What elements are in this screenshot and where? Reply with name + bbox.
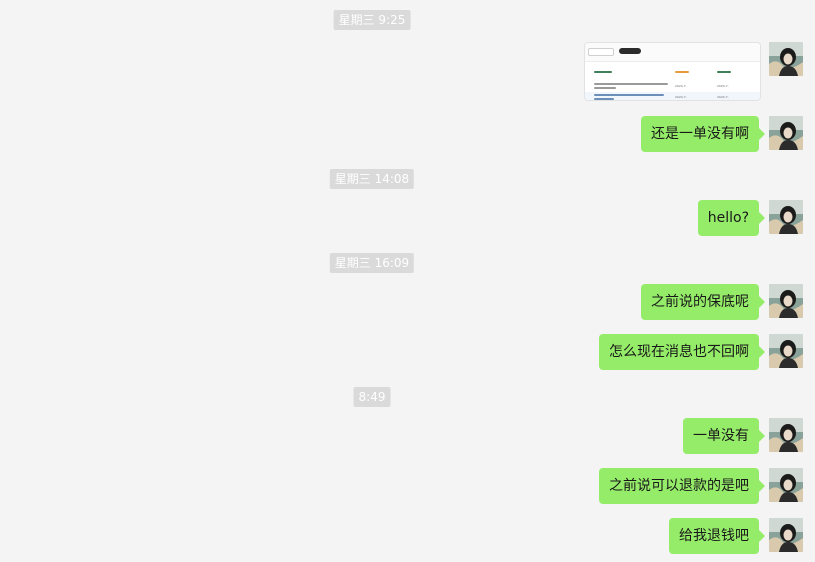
timestamp: 星期三 16:09 xyxy=(329,253,415,273)
timestamp: 星期三 14:08 xyxy=(329,169,415,189)
thumbnail-date: 2024-7- xyxy=(675,84,687,88)
thumbnail-date: 2024-7- xyxy=(717,84,729,88)
message-bubble[interactable]: 给我退钱吧 xyxy=(669,518,765,554)
message-bubble[interactable]: 一单没有 xyxy=(683,418,765,454)
message-bubble[interactable]: 怎么现在消息也不回啊 xyxy=(599,334,765,370)
avatar[interactable] xyxy=(769,42,803,76)
thumbnail-table-row: 2024-7- 2024-7- xyxy=(585,81,760,91)
avatar-icon xyxy=(769,518,803,552)
avatar[interactable] xyxy=(769,518,803,552)
avatar[interactable] xyxy=(769,116,803,150)
avatar[interactable] xyxy=(769,200,803,234)
message-bubble[interactable]: 还是一单没有啊 xyxy=(641,116,765,152)
thumbnail-toolbar xyxy=(585,43,760,62)
avatar-icon xyxy=(769,418,803,452)
thumbnail-table-row: 2024-7- 2024-7- xyxy=(585,92,760,100)
avatar-icon xyxy=(769,42,803,76)
avatar[interactable] xyxy=(769,468,803,502)
thumbnail-table-header xyxy=(585,65,760,77)
message-bubble[interactable]: 之前说可以退款的是吧 xyxy=(599,468,765,504)
avatar[interactable] xyxy=(769,334,803,368)
avatar-icon xyxy=(769,116,803,150)
thumbnail-button xyxy=(619,48,641,54)
thumbnail-select xyxy=(588,48,614,56)
image-message[interactable]: 2024-7- 2024-7- 2024-7- 2024-7- xyxy=(584,42,761,101)
timestamp: 8:49 xyxy=(353,387,391,407)
avatar-icon xyxy=(769,200,803,234)
avatar-icon xyxy=(769,334,803,368)
thumbnail-date: 2024-7- xyxy=(675,95,687,99)
avatar[interactable] xyxy=(769,284,803,318)
message-bubble[interactable]: 之前说的保底呢 xyxy=(641,284,765,320)
avatar[interactable] xyxy=(769,418,803,452)
avatar-icon xyxy=(769,468,803,502)
timestamp: 星期三 9:25 xyxy=(333,10,411,30)
avatar-icon xyxy=(769,284,803,318)
chat-window: 星期三 9:25 2024-7- 2024-7- 2024-7- 2024-7- xyxy=(0,0,815,562)
thumbnail-date: 2024-7- xyxy=(717,95,729,99)
message-bubble[interactable]: hello? xyxy=(697,200,766,236)
